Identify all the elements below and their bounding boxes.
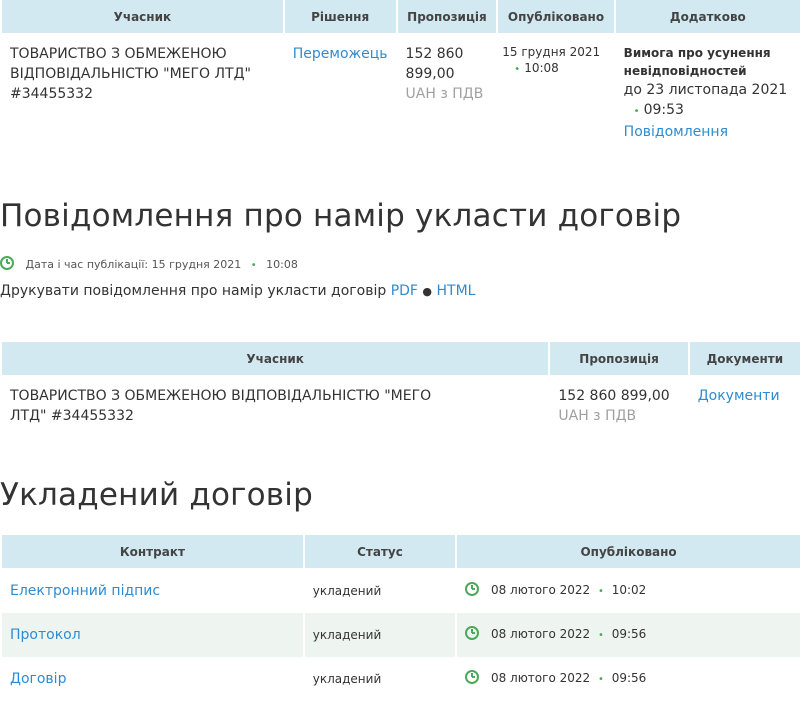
- contract-title: Укладений договір: [0, 477, 313, 513]
- print-row: Друкувати повідомлення про намір укласти…: [0, 283, 475, 299]
- published-date: 08 лютого 2022: [490, 627, 591, 641]
- col-contract: Контракт: [2, 535, 303, 569]
- documents-cell: Документи: [690, 376, 800, 426]
- offer-vat: UAH з ПДВ: [558, 408, 637, 424]
- dot-separator: •: [597, 630, 604, 641]
- published-time: 09:56: [611, 671, 647, 685]
- notification-link[interactable]: Повідомлення: [624, 124, 728, 140]
- col-published: Опубліковано: [498, 0, 614, 34]
- col-extra: Додатково: [615, 0, 800, 34]
- published-cell: 08 лютого 2022 • 10:02: [457, 569, 800, 613]
- table-row: Протокол укладений 08 лютого 2022 • 09:5…: [2, 613, 800, 657]
- print-label: Друкувати повідомлення про намір укласти…: [0, 283, 387, 299]
- col-participant: Учасник: [2, 342, 549, 376]
- offer-cell: 152 860 899,00 UAH з ПДВ: [550, 376, 687, 426]
- dot-separator: •: [597, 586, 604, 597]
- clock-icon: [0, 256, 14, 270]
- col-documents: Документи: [689, 342, 800, 376]
- published-time: 10:08: [524, 61, 559, 75]
- intent-table: Учасник Пропозиція Документи ТОВАРИСТВО …: [0, 342, 800, 426]
- table-row: Договір укладений 08 лютого 2022 • 09:56: [2, 657, 800, 701]
- dot-separator: •: [597, 674, 604, 685]
- published-cell: 08 лютого 2022 • 09:56: [457, 613, 800, 657]
- col-participant: Учасник: [2, 0, 283, 34]
- complaint-deadline: до 23 листопада 2021: [623, 82, 788, 98]
- published-cell: 08 лютого 2022 • 09:56: [457, 657, 800, 701]
- offer-cell: 152 860 899,00 UAH з ПДВ: [398, 34, 497, 152]
- publication-info: Дата і час публікації: 15 грудня 2021 • …: [0, 256, 298, 271]
- publication-label: Дата і час публікації: 15 грудня 2021: [25, 258, 242, 271]
- complaint-time: 09:53: [643, 102, 684, 118]
- col-decision: Рішення: [284, 0, 396, 34]
- col-offer: Пропозиція: [550, 342, 688, 376]
- clock-icon: [465, 670, 480, 684]
- awards-table: Учасник Рішення Пропозиція Опубліковано …: [0, 0, 800, 152]
- status-cell: укладений: [304, 613, 456, 657]
- publication-time: 10:08: [266, 258, 298, 271]
- table-row: ТОВАРИСТВО З ОБМЕЖЕНОЮ ВІДПОВІДАЛЬНІСТЮ …: [2, 34, 800, 152]
- status-cell: укладений: [312, 584, 382, 598]
- published-cell: 15 грудня 2021 • 10:08: [498, 34, 613, 152]
- offer-vat: UAH з ПДВ: [405, 86, 484, 102]
- status-cell: укладений: [312, 672, 382, 686]
- print-html-link[interactable]: HTML: [436, 283, 475, 299]
- published-date: 08 лютого 2022: [490, 583, 591, 597]
- published-time: 09:56: [611, 627, 647, 641]
- contract-table: Контракт Статус Опубліковано Електронний…: [0, 535, 800, 701]
- clock-icon: [465, 582, 480, 596]
- offer-amount: 152 860 899,00: [405, 46, 464, 82]
- decision-link[interactable]: Переможець: [293, 46, 388, 62]
- col-status: Статус: [304, 535, 456, 569]
- bullet-separator: ●: [422, 285, 433, 298]
- contract-link-agreement[interactable]: Договір: [10, 671, 66, 687]
- decision-cell: Переможець: [285, 34, 396, 152]
- dot-separator: •: [633, 106, 640, 117]
- published-date: 15 грудня 2021: [502, 45, 601, 59]
- participant-name: ТОВАРИСТВО З ОБМЕЖЕНОЮ ВІДПОВІДАЛЬНІСТЮ …: [10, 46, 251, 102]
- dot-separator: •: [250, 260, 257, 271]
- complaint-title: Вимога про усунення невідповідностей: [623, 46, 771, 78]
- published-time: 10:02: [611, 583, 647, 597]
- contract-link-signature[interactable]: Електронний підпис: [10, 583, 160, 599]
- print-pdf-link[interactable]: PDF: [391, 283, 418, 299]
- offer-amount: 152 860 899,00: [558, 388, 670, 404]
- intent-title: Повідомлення про намір укласти договір: [0, 198, 682, 234]
- table-row: ТОВАРИСТВО З ОБМЕЖЕНОЮ ВІДПОВІДАЛЬНІСТЮ …: [2, 376, 800, 426]
- dot-separator: •: [514, 64, 521, 75]
- col-published: Опубліковано: [457, 535, 800, 569]
- table-row: Електронний підпис укладений 08 лютого 2…: [2, 569, 800, 613]
- extra-cell: Вимога про усунення невідповідностей до …: [616, 34, 800, 152]
- contract-link-protocol[interactable]: Протокол: [10, 627, 81, 643]
- published-date: 08 лютого 2022: [490, 671, 591, 685]
- participant-name: ТОВАРИСТВО З ОБМЕЖЕНОЮ ВІДПОВІДАЛЬНІСТЮ …: [10, 388, 432, 424]
- clock-icon: [465, 626, 480, 640]
- documents-link[interactable]: Документи: [698, 388, 780, 404]
- col-offer: Пропозиція: [397, 0, 497, 34]
